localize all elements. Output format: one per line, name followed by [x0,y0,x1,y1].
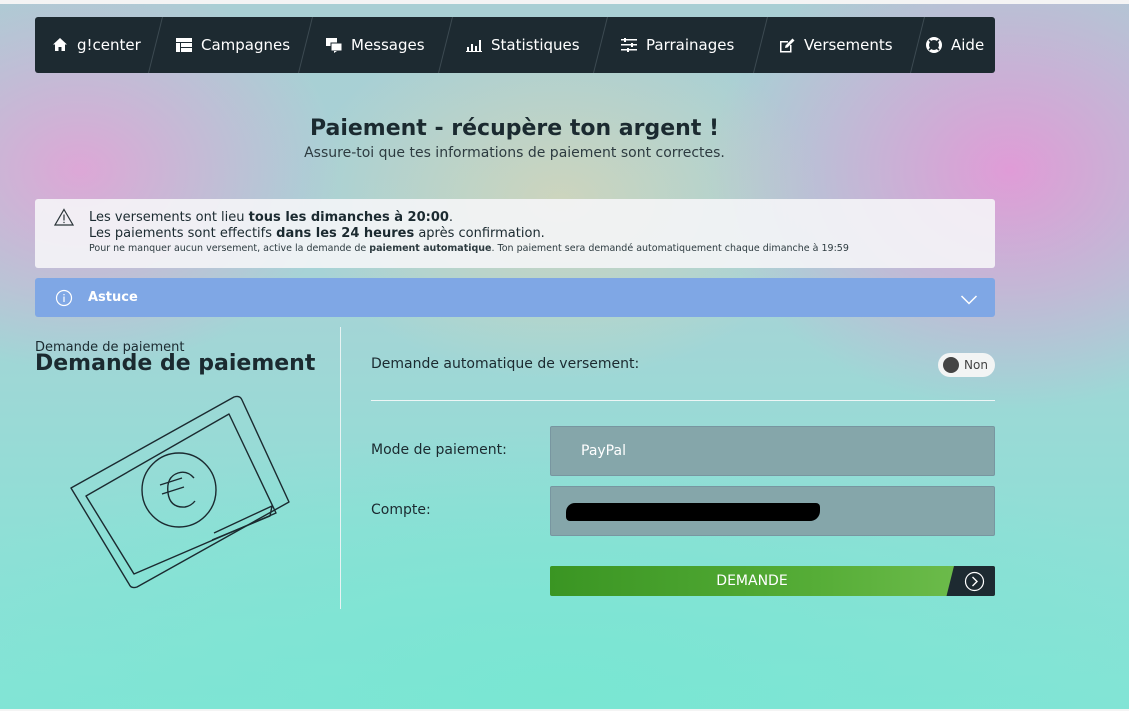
lifebuoy-icon [925,36,943,54]
nav-item-parrainages[interactable]: Parrainages [620,17,734,73]
tip-label: Astuce [88,290,138,305]
auto-payout-label: Demande automatique de versement: [371,356,640,372]
nav-label: Aide [951,36,985,54]
page-title: Paiement - récupère ton argent ! [309,116,720,141]
info-icon [55,289,73,311]
top-edge [0,0,1129,4]
nav-item-gcenter[interactable]: g!center [51,17,141,73]
nav-item-versements[interactable]: Versements [778,17,893,73]
account-label: Compte: [371,502,431,518]
nav-label: g!center [77,36,141,54]
nav-separator [298,17,313,73]
nav-item-statistiques[interactable]: Statistiques [465,17,580,73]
payout-info-alert: Les versements ont lieu tous les dimanch… [35,199,995,268]
nav-separator [148,17,163,73]
payment-mode-label: Mode de paiement: [371,442,507,458]
request-payout-button[interactable]: DEMANDE [550,566,995,596]
toggle-knob [943,357,959,373]
alert-line-1: Les versements ont lieu tous les dimanch… [89,210,454,225]
nav-separator [593,17,608,73]
main-nav: g!center Campagnes Messages Statistiques… [35,17,995,73]
request-payout-label: DEMANDE [716,573,788,589]
sliders-icon [620,36,638,54]
chevron-down-icon [960,291,978,310]
nav-separator [910,17,925,73]
redaction-mark [566,503,820,521]
nav-item-aide[interactable]: Aide [925,17,984,73]
nav-item-campagnes[interactable]: Campagnes [175,17,290,73]
bar-chart-icon [465,36,483,54]
warning-icon [53,208,75,230]
nav-label: Messages [351,36,425,54]
edit-icon [778,36,796,54]
nav-separator [753,17,768,73]
home-icon [51,36,69,54]
messages-icon [325,36,343,54]
tip-accordion[interactable]: Astuce [35,278,995,317]
column-divider [340,327,341,609]
section-title: Demande de paiement [35,351,316,376]
payment-mode-field[interactable] [550,426,995,476]
form-divider [371,400,995,401]
auto-payout-toggle[interactable]: Non [938,353,995,377]
nav-label: Statistiques [491,36,580,54]
nav-item-messages[interactable]: Messages [325,17,425,73]
alert-line-2: Les paiements sont effectifs dans les 24… [89,226,545,241]
page-subtitle: Assure-toi que tes informations de paiem… [304,145,725,161]
nav-label: Campagnes [201,36,291,54]
money-euro-icon [64,390,296,594]
toggle-state: Non [964,358,988,372]
nav-label: Versements [804,36,893,54]
nav-label: Parrainages [646,36,735,54]
arrow-right-circle-icon [964,571,985,596]
nav-separator [438,17,453,73]
alert-line-3: Pour ne manquer aucun versement, active … [89,243,849,254]
campaigns-icon [175,36,193,54]
